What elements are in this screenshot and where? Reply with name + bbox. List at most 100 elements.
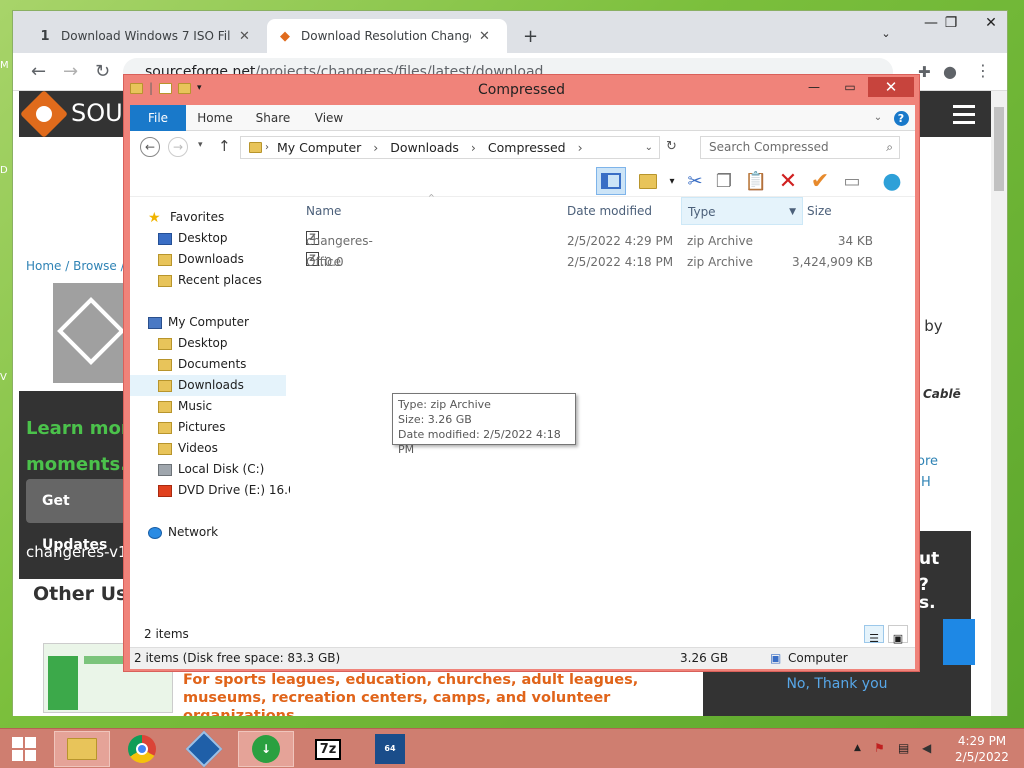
column-header-type[interactable]: Type ▼: [681, 197, 803, 225]
column-header-name[interactable]: Name: [306, 197, 562, 225]
column-header-date[interactable]: Date modified: [567, 197, 685, 225]
ad-heading-fragment: ut: [919, 549, 940, 569]
computer-icon: [148, 316, 162, 329]
nav-item-favorites[interactable]: ★ Favorites: [130, 207, 224, 228]
volume-muted-icon[interactable]: ◀: [922, 741, 931, 755]
breadcrumb[interactable]: Home / Browse / S: [26, 259, 136, 273]
nav-item-recent-places[interactable]: Recent places: [130, 270, 262, 291]
nav-item-label: Local Disk (C:): [178, 462, 265, 476]
globe-icon[interactable]: ●: [880, 169, 904, 194]
preview-pane-icon[interactable]: [596, 167, 626, 195]
column-header-size[interactable]: Size: [807, 197, 877, 225]
path-segment[interactable]: My Computer: [277, 140, 361, 155]
tab-search-chevron-icon[interactable]: ⌄: [866, 21, 906, 45]
system-clock[interactable]: 4:29 PM 2/5/2022: [946, 733, 1018, 765]
nav-item-downloads[interactable]: Downloads: [130, 249, 244, 270]
sidebar-link-fragment[interactable]: H: [921, 475, 931, 490]
tab-windows7-iso[interactable]: 1 Download Windows 7 ISO File (U ✕: [27, 19, 267, 53]
ribbon-tab-home[interactable]: Home: [190, 105, 240, 131]
delete-icon[interactable]: ✕: [776, 169, 800, 194]
nav-item-downloads[interactable]: Downloads: [130, 375, 286, 396]
chrome-taskbar-icon[interactable]: [114, 731, 170, 767]
sidebar-link-fragment[interactable]: ore: [917, 454, 938, 469]
start-button[interactable]: [0, 731, 48, 767]
nav-item-desktop[interactable]: Desktop: [130, 333, 228, 354]
large-icons-view-icon[interactable]: ▣: [888, 625, 908, 645]
explorer-minimize-button[interactable]: —: [800, 77, 828, 97]
action-center-flag-icon[interactable]: ⚑: [874, 741, 885, 755]
show-hidden-icons-chevron-icon[interactable]: ▲: [854, 743, 861, 753]
nav-item-my-computer[interactable]: My Computer: [130, 312, 249, 333]
virtualbox-taskbar-icon[interactable]: [176, 730, 232, 768]
hamburger-menu-icon[interactable]: [953, 105, 975, 129]
nav-item-pictures[interactable]: Pictures: [130, 417, 226, 438]
ribbon-tab-view[interactable]: View: [304, 105, 354, 131]
details-view-icon[interactable]: ☰: [864, 625, 884, 645]
breadcrumb-separator-icon[interactable]: ›: [578, 140, 583, 155]
paste-icon[interactable]: 📋: [744, 169, 768, 193]
up-arrow-icon[interactable]: ↑: [218, 137, 231, 155]
address-field[interactable]: › My Computer › Downloads › Compressed ›…: [240, 136, 660, 159]
expand-ribbon-chevron-icon[interactable]: ⌄: [870, 105, 886, 131]
check-icon[interactable]: ✔: [808, 169, 832, 194]
close-window-button[interactable]: ✕: [971, 11, 1011, 35]
filter-chevron-icon[interactable]: ▼: [789, 198, 796, 226]
search-input[interactable]: Search Compressed ⌕: [700, 136, 900, 159]
address-dropdown-chevron-icon[interactable]: ⌄: [645, 137, 653, 158]
menu-dots-icon[interactable]: ⋮: [975, 61, 991, 80]
breadcrumb-separator-icon[interactable]: ›: [471, 140, 476, 155]
column-header-type-label: Type: [688, 205, 716, 219]
refresh-icon[interactable]: ↻: [666, 139, 677, 154]
copy-icon[interactable]: ❐: [712, 169, 736, 193]
recent-locations-chevron-icon[interactable]: ▾: [198, 140, 203, 150]
nav-item-local-disk-c[interactable]: Local Disk (C:): [130, 459, 264, 480]
tab-resolution-changer[interactable]: ◆ Download Resolution Changer fr ✕: [267, 19, 507, 53]
new-tab-button[interactable]: +: [513, 19, 548, 53]
nav-item-videos[interactable]: Videos: [130, 438, 218, 459]
nav-item-music[interactable]: Music: [130, 396, 212, 417]
nav-item-dvd-drive-e-16-0-1[interactable]: DVD Drive (E:) 16.0.1: [130, 480, 290, 501]
forward-arrow-icon[interactable]: →: [63, 61, 78, 82]
close-tab-icon[interactable]: ✕: [239, 29, 250, 44]
explorer-titlebar[interactable]: | ▾ Compressed — ▭ ✕: [124, 75, 919, 105]
sports-ad-text[interactable]: For sports leagues, education, churches,…: [183, 671, 703, 716]
vista-64-taskbar-icon[interactable]: 64: [362, 731, 418, 767]
organize-chevron-icon[interactable]: ▾: [660, 169, 684, 193]
nav-item-label: Downloads: [178, 378, 244, 392]
close-tab-icon[interactable]: ✕: [479, 29, 490, 44]
maximize-button[interactable]: ❐: [931, 11, 971, 35]
profile-avatar-icon[interactable]: ●: [943, 62, 957, 81]
ribbon-tab-file[interactable]: File: [130, 105, 186, 131]
file-row[interactable]: Z Office 2/5/2022 4:18 PM zip Archive 3,424,…: [300, 252, 900, 273]
download-manager-taskbar-icon[interactable]: ↓: [238, 731, 294, 767]
file-explorer-taskbar-icon[interactable]: [54, 731, 110, 767]
nav-item-documents[interactable]: Documents: [130, 354, 246, 375]
back-arrow-icon[interactable]: ←: [31, 61, 46, 82]
cut-icon[interactable]: ✂: [683, 169, 707, 193]
get-updates-button[interactable]: Get Updates: [26, 479, 126, 553]
nav-item-label: Videos: [178, 441, 218, 455]
ad-cta-button[interactable]: [943, 619, 975, 665]
breadcrumb-separator-icon[interactable]: ›: [373, 140, 378, 155]
back-icon[interactable]: ←: [140, 137, 160, 157]
folder-properties-icon[interactable]: [636, 169, 660, 193]
brand-name[interactable]: SOU: [71, 99, 123, 127]
reload-icon[interactable]: ↻: [95, 61, 110, 82]
network-icon[interactable]: ▤: [898, 741, 909, 755]
sourceforge-logo-icon[interactable]: [19, 91, 69, 139]
file-row[interactable]: Zchangeres-v1.0.0 2/5/2022 4:29 PM zip Arc…: [300, 231, 900, 269]
no-thanks-link[interactable]: No, Thank you: [703, 676, 971, 692]
ribbon-tab-share[interactable]: Share: [248, 105, 298, 131]
path-segment[interactable]: Compressed: [488, 140, 566, 155]
explorer-close-button[interactable]: ✕: [868, 77, 914, 97]
scrollbar-thumb[interactable]: [994, 107, 1004, 191]
path-segment[interactable]: Downloads: [390, 140, 459, 155]
rename-icon[interactable]: ▭: [840, 169, 864, 193]
nav-item-desktop[interactable]: Desktop: [130, 228, 228, 249]
explorer-maximize-button[interactable]: ▭: [836, 77, 864, 97]
nav-item-network[interactable]: Network: [130, 522, 218, 543]
help-icon[interactable]: ?: [892, 105, 910, 131]
7zip-taskbar-icon[interactable]: 7z: [300, 731, 356, 767]
forward-icon[interactable]: →: [168, 137, 188, 157]
clock-time: 4:29 PM: [957, 734, 1007, 748]
